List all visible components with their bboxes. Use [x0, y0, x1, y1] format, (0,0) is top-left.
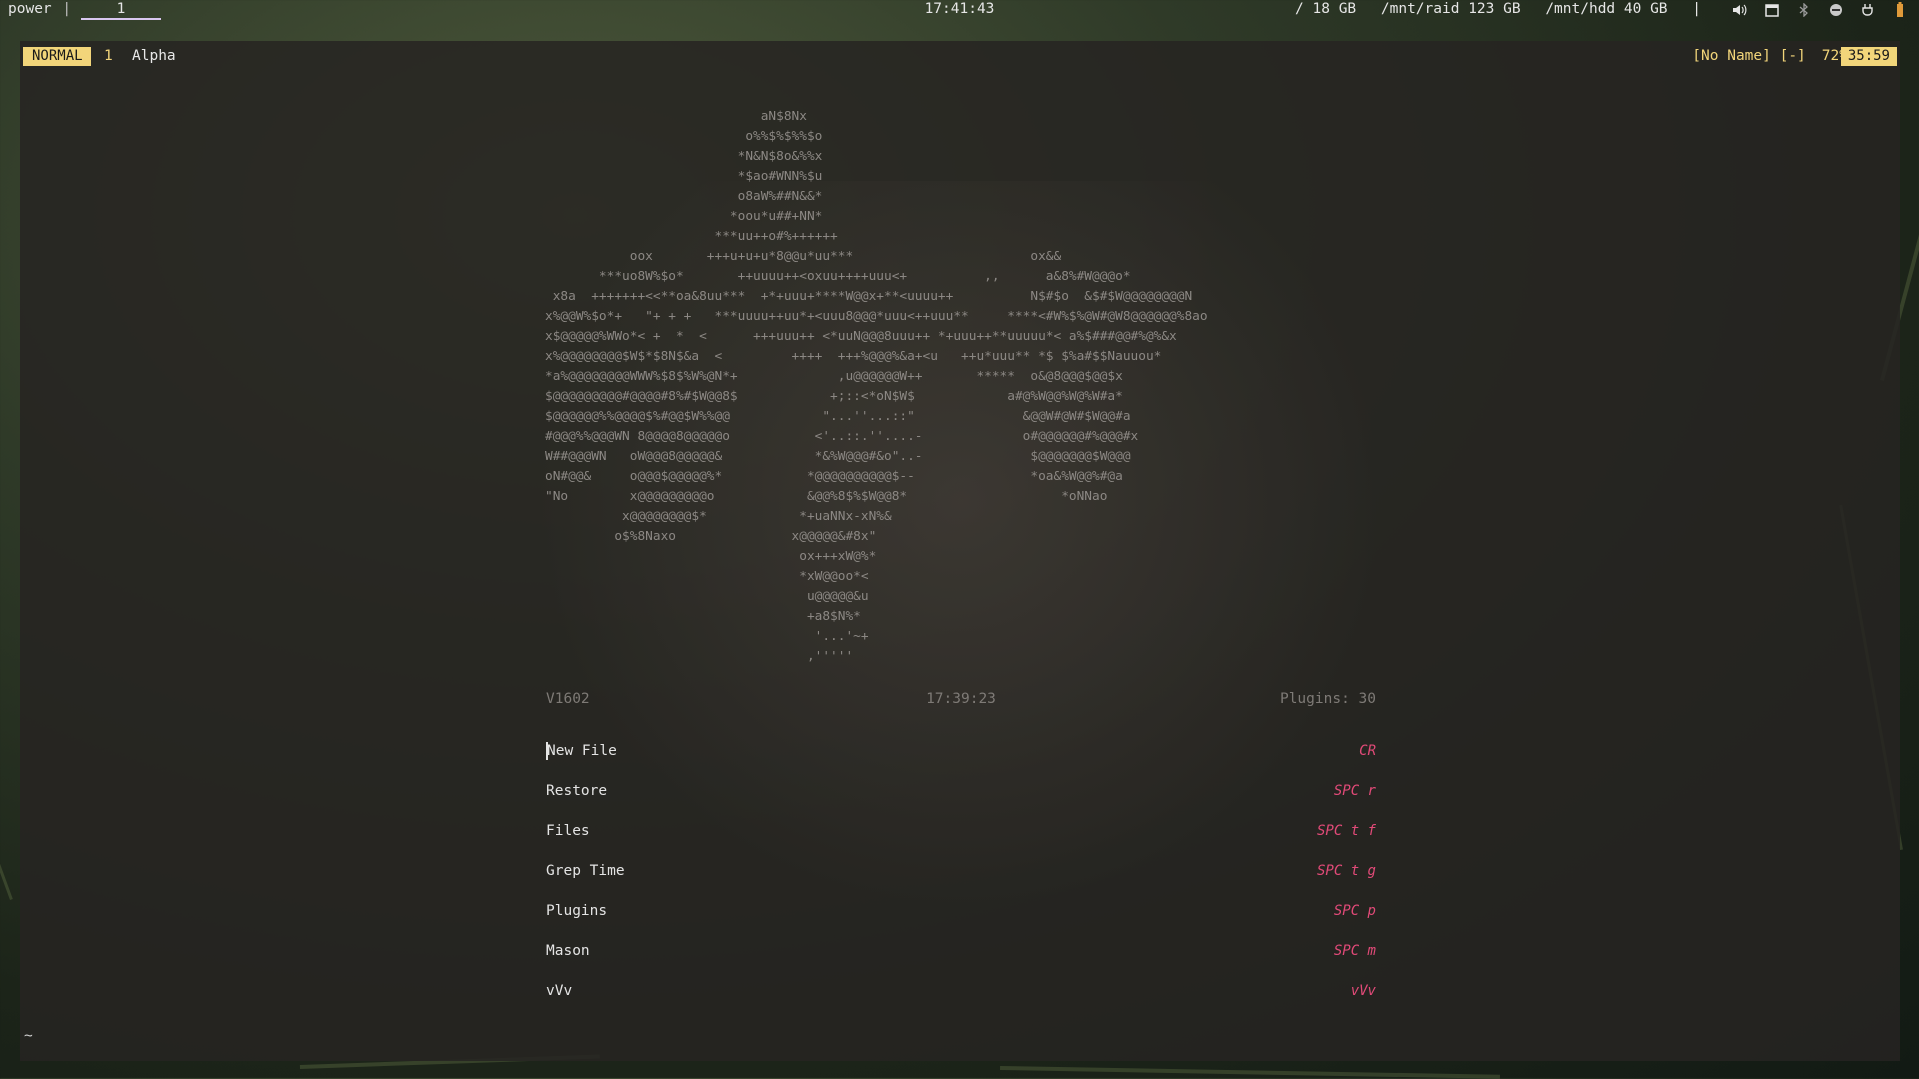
- menu-item-mason[interactable]: Mason SPC m: [546, 941, 1376, 981]
- menu-item-grep-time[interactable]: Grep Time SPC t g: [546, 861, 1376, 901]
- menu-shortcut-vvv: vVv: [1350, 983, 1376, 999]
- menu-label-plugins: Plugins: [546, 903, 608, 919]
- menu-item-restore[interactable]: Restore SPC r: [546, 781, 1376, 821]
- disk-raid: /mnt/raid 123 GB: [1380, 1, 1521, 17]
- menu-item-files[interactable]: Files SPC t f: [546, 821, 1376, 861]
- menu-item-plugins[interactable]: Plugins SPC p: [546, 901, 1376, 941]
- dashboard-ascii-art: aN$8Nx o%%$%$%%$o *N&N$8o&%%x *$ao#WNN%$…: [545, 109, 1208, 664]
- menu-shortcut-mason: SPC m: [1333, 943, 1376, 959]
- disk-separator: |: [1692, 1, 1701, 17]
- menu-label-grep-time: Grep Time: [546, 863, 625, 879]
- buffer-number: 1: [104, 48, 113, 64]
- disk-usage: / 18 GB /mnt/raid 123 GB /mnt/hdd 40 GB …: [1279, 0, 1701, 19]
- menu-label-files: Files: [546, 823, 590, 839]
- dashboard-info: V1602 17:39:23 Plugins: 30: [546, 689, 1376, 709]
- bluetooth-icon[interactable]: [1795, 1, 1813, 19]
- menu-label-new-file: New File: [546, 742, 617, 760]
- buffer-end-marker: ~: [24, 1028, 33, 1044]
- menu-label-vvv: vVv: [546, 983, 573, 999]
- network-icon[interactable]: [1827, 1, 1845, 19]
- disk-root: / 18 GB: [1295, 1, 1357, 17]
- dashboard-menu: New File CR Restore SPC r Files SPC t f …: [546, 741, 1376, 1021]
- menu-shortcut-new-file: CR: [1359, 743, 1376, 759]
- neovim-window[interactable]: NORMAL 1 Alpha [No Name] [-] 72% 35:59 a…: [20, 41, 1900, 1061]
- menu-shortcut-files: SPC t f: [1316, 823, 1376, 839]
- file-name: [No Name] [-]: [1692, 48, 1806, 64]
- statusline-right: [No Name] [-] 72%: [1692, 47, 1848, 66]
- menu-shortcut-grep-time: SPC t g: [1316, 863, 1376, 879]
- mode-indicator: NORMAL: [23, 47, 91, 66]
- dashboard-time: 17:39:23: [926, 691, 996, 707]
- disk-hdd: /mnt/hdd 40 GB: [1545, 1, 1668, 17]
- statusline-time: 35:59: [1840, 47, 1897, 66]
- battery-icon: [1891, 1, 1909, 19]
- menu-shortcut-restore: SPC r: [1333, 783, 1376, 799]
- power-plug-icon[interactable]: [1859, 1, 1877, 19]
- menu-shortcut-plugins: SPC p: [1333, 903, 1376, 919]
- top-bar: power | 1 17:41:43 / 18 GB /mnt/raid 123…: [0, 0, 1919, 20]
- buffer-name[interactable]: Alpha: [132, 47, 176, 66]
- plugins-count: Plugins: 30: [1279, 691, 1376, 707]
- system-tray: [1731, 1, 1909, 19]
- menu-item-new-file[interactable]: New File CR: [546, 741, 1376, 781]
- window-icon[interactable]: [1763, 1, 1781, 19]
- volume-icon[interactable]: [1731, 1, 1749, 19]
- menu-item-vvv[interactable]: vVv vVv: [546, 981, 1376, 1021]
- menu-label-mason: Mason: [546, 943, 590, 959]
- menu-label-restore: Restore: [546, 783, 608, 799]
